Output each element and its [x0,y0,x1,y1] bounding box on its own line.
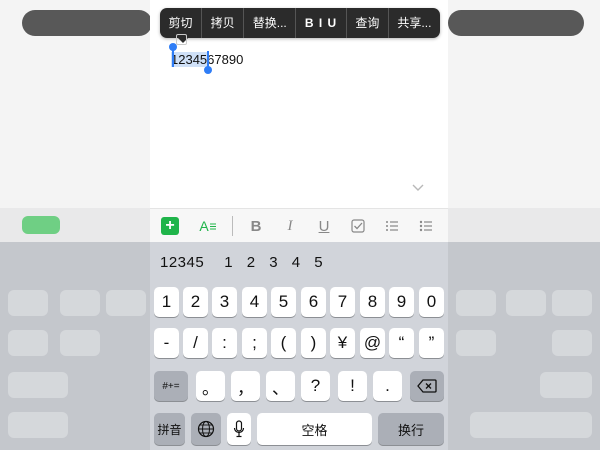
key-yen[interactable]: ¥ [330,328,355,358]
toolbar-divider [232,216,233,236]
key-1[interactable]: 1 [154,287,179,317]
chevron-down-icon[interactable] [412,182,424,194]
key-left-paren[interactable]: ( [271,328,296,358]
menu-share[interactable]: 共享... [389,8,440,38]
background-blur-shape [552,330,592,356]
add-button[interactable]: + [150,209,190,243]
backspace-button[interactable] [410,371,444,401]
bullet-list-icon [419,220,432,232]
key-0[interactable]: 0 [419,287,444,317]
background-blur-shape [470,412,592,438]
key-6[interactable]: 6 [301,287,326,317]
key-close-quote[interactable]: ” [419,328,444,358]
candidate-item[interactable]: 1 2 3 4 5 [224,254,327,271]
italic-button[interactable]: I [273,209,307,243]
selection-end-handle[interactable] [204,66,212,74]
checkbox-icon [351,219,365,233]
candidate-bar: 12345 1 2 3 4 5 [150,242,448,282]
candidate-item[interactable]: 12345 [160,254,204,271]
microphone-icon [233,420,245,438]
numbered-list-icon [386,221,398,231]
key-question[interactable]: ? [301,371,330,401]
numbered-list-button[interactable] [375,209,409,243]
key-slash[interactable]: / [183,328,208,358]
plus-icon: + [161,217,179,235]
key-cn-comma[interactable]: ， [231,371,260,401]
key-5[interactable]: 5 [271,287,296,317]
selection-start-handle[interactable] [169,43,177,51]
key-9[interactable]: 9 [389,287,414,317]
key-right-paren[interactable]: ) [301,328,326,358]
key-colon[interactable]: : [212,328,237,358]
key-period[interactable]: . [373,371,402,401]
background-blur-shape [456,290,496,316]
menu-format-biu[interactable]: B I U [296,8,347,38]
return-key[interactable]: 换行 [378,413,444,445]
key-hyphen[interactable]: - [154,328,179,358]
key-3[interactable]: 3 [212,287,237,317]
bold-label: B [250,217,262,235]
key-cn-enum-comma[interactable]: 、 [266,371,295,401]
image-placeholder-icon [176,34,187,45]
globe-button[interactable] [191,413,221,445]
background-blur-shape [8,412,68,438]
key-4[interactable]: 4 [242,287,267,317]
text-style-label: A [199,218,209,234]
key-more-symbols[interactable]: #+= [154,371,188,401]
background-blur-shape [106,290,146,316]
ime-keyboard: 12345 1 2 3 4 5 1 2 3 4 5 6 7 8 9 0 - / … [150,242,448,450]
background-blur-shape [8,290,48,316]
unselected-text[interactable]: 67890 [207,52,243,67]
globe-icon [197,420,215,438]
microphone-button[interactable] [227,413,251,445]
edit-context-menu: 剪切 拷贝 替换... B I U 查询 共享... [160,8,440,38]
bullet-list-button[interactable] [409,209,443,243]
key-2[interactable]: 2 [183,287,208,317]
format-toolbar: + A B I U [150,208,448,243]
background-blur-shape [8,372,68,398]
background-blur-shape [8,330,48,356]
text-style-lines-icon [209,223,216,230]
key-open-quote[interactable]: “ [389,328,414,358]
key-7[interactable]: 7 [330,287,355,317]
background-blur-shape [552,290,592,316]
selected-text[interactable]: 12345 [171,52,208,67]
key-at[interactable]: @ [360,328,385,358]
background-blur-shape [448,10,584,36]
space-key[interactable]: 空格 [257,413,372,445]
text-style-button[interactable]: A [190,209,226,243]
underline-label: U [318,217,330,235]
note-editor[interactable]: 剪切 拷贝 替换... B I U 查询 共享... 1234567890 [150,0,448,208]
key-exclamation[interactable]: ! [338,371,367,401]
italic-label: I [287,217,293,234]
background-blur-shape [60,290,100,316]
menu-lookup[interactable]: 查询 [347,8,389,38]
menu-copy[interactable]: 拷贝 [202,8,245,38]
menu-replace[interactable]: 替换... [244,8,297,38]
background-blur-shape [540,372,592,398]
background-blur-shape [456,330,496,356]
selection-start-line [172,50,174,67]
checkbox-button[interactable] [341,209,375,243]
background-blur-shape [22,10,152,36]
phone-screen: 剪切 拷贝 替换... B I U 查询 共享... 1234567890 + … [150,0,448,450]
underline-button[interactable]: U [307,209,341,243]
background-blur-shape [60,330,100,356]
key-cn-period[interactable]: 。 [196,371,225,401]
background-blur-shape [506,290,546,316]
key-8[interactable]: 8 [360,287,385,317]
backspace-icon [417,379,437,393]
pinyin-switch-button[interactable]: 拼音 [154,413,185,445]
bold-button[interactable]: B [239,209,273,243]
background-blur-shape [22,216,60,234]
key-semicolon[interactable]: ; [242,328,267,358]
